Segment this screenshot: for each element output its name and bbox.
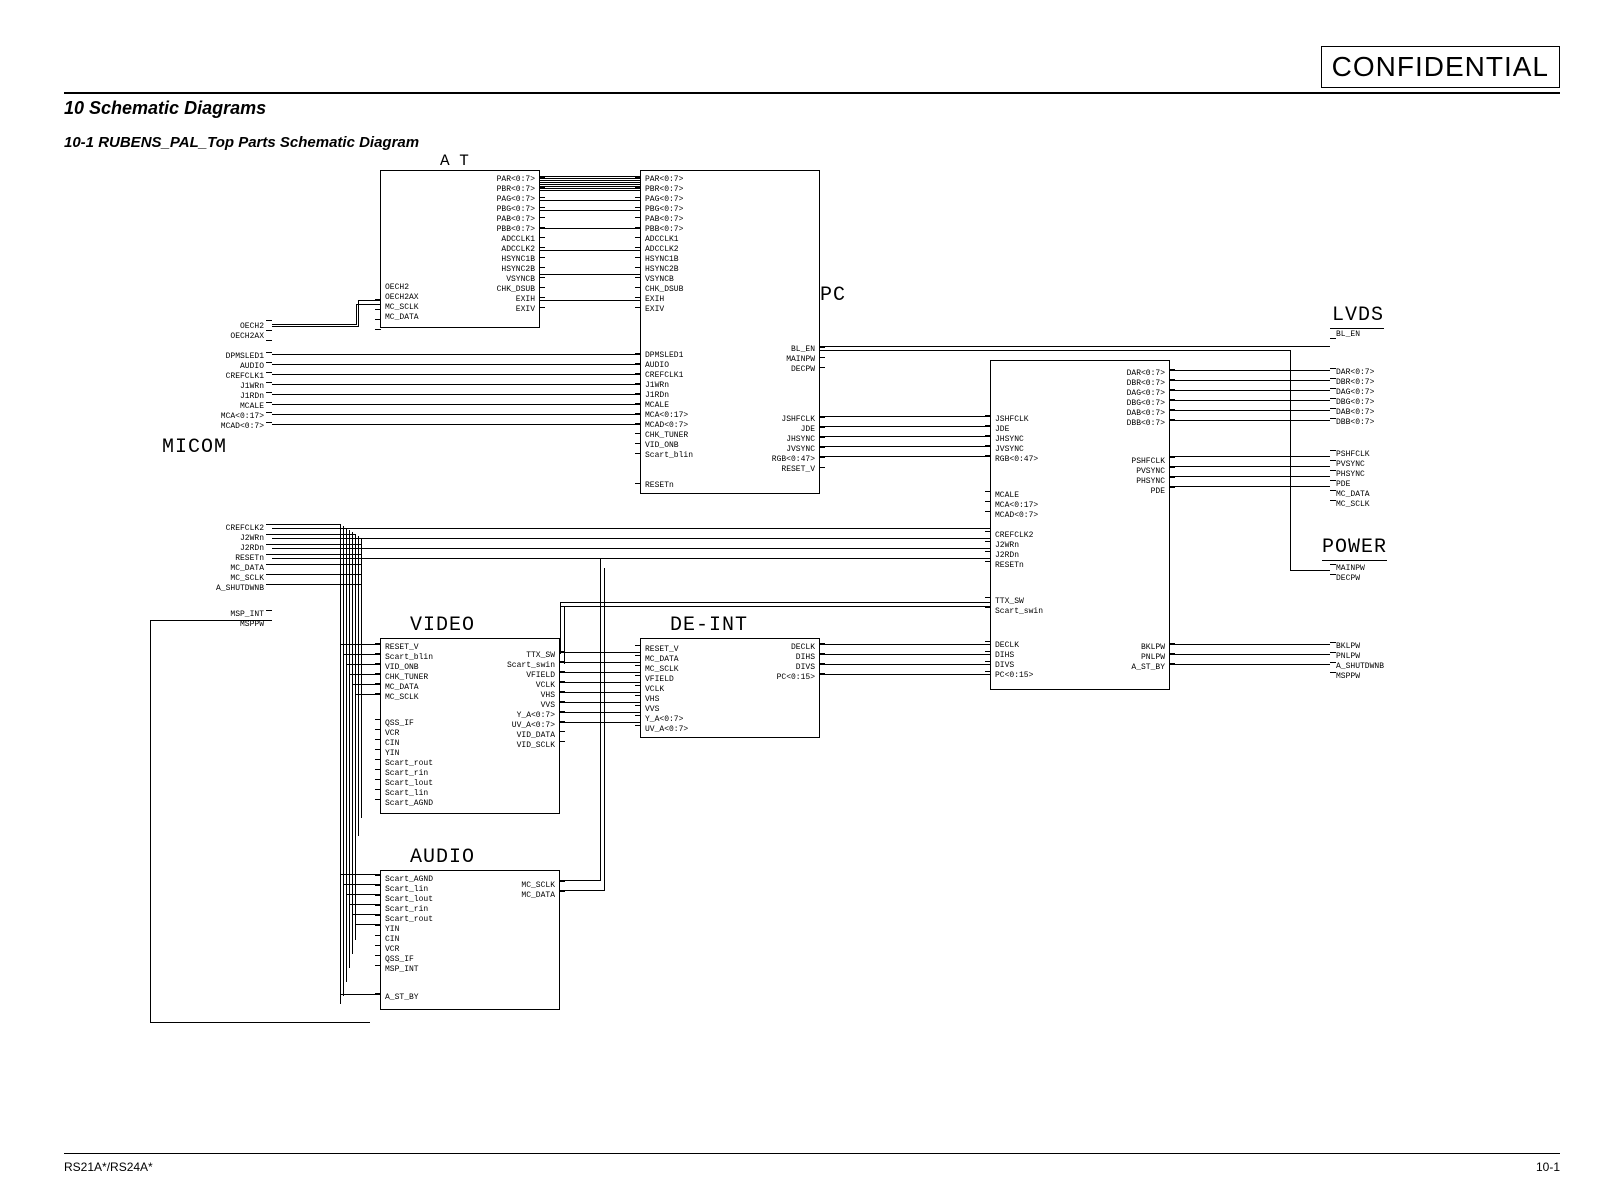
block-deint: RESET_V MC_DATA MC_SCLK VFIELD VCLK VHS …	[640, 638, 820, 738]
block-at: OECH2 OECH2AX MC_SCLK MC_DATA PAR<0:7> P…	[380, 170, 540, 328]
bus-deint-vid	[820, 644, 990, 645]
bottom-return	[150, 1022, 370, 1023]
pc-l3: RESETn	[645, 481, 674, 491]
bus-audio-out	[560, 880, 600, 881]
footer-rule	[64, 1153, 1560, 1154]
vid-r-bot: BKLPW PNLPW A_ST_BY	[1131, 643, 1165, 673]
at-block-label: A T	[440, 152, 469, 171]
audio-l2: A_ST_BY	[385, 993, 419, 1003]
micom-label: MICOM	[162, 436, 227, 459]
page-subtitle: 10-1 RUBENS_PAL_Top Parts Schematic Diag…	[64, 134, 419, 151]
confidential-watermark: CONFIDENTIAL	[1321, 46, 1560, 88]
deint-r: DECLK DIHS DIVS PC<0:15>	[777, 643, 815, 683]
power-label: POWER	[1322, 536, 1387, 559]
vid-l-mid: MCALE MCA<0:17> MCAD<0:7>	[995, 491, 1038, 521]
deint-label: DE-INT	[670, 614, 748, 637]
vid-l-bot: TTX_SW Scart_swin	[995, 597, 1043, 617]
video-r: TTX_SW Scart_swin VFIELD VCLK VHS VVS Y_…	[507, 651, 555, 751]
power-ext-1: MAINPW DECPW	[1336, 564, 1365, 584]
at-left-signals: OECH2 OECH2AX MC_SCLK MC_DATA	[385, 283, 419, 323]
bus-at-pc	[540, 176, 640, 177]
micom-ext-1: DPMSLED1 AUDIO CREFCLK1 J1WRn J1RDn MCAL…	[204, 352, 264, 432]
lvds-ext-top: BL_EN	[1336, 330, 1360, 340]
lvds-label: LVDS	[1332, 304, 1384, 327]
video-label: VIDEO	[410, 614, 475, 637]
bus-video-vid	[560, 602, 990, 603]
vid-r-top: DAR<0:7> DBR<0:7> DAG<0:7> DBG<0:7> DAB<…	[1127, 369, 1165, 429]
block-video: RESET_V Scart_blin VID_ONB CHK_TUNER MC_…	[380, 638, 560, 814]
video-l2: QSS_IF VCR CIN YIN Scart_rout Scart_rin …	[385, 719, 433, 809]
pc-l2: DPMSLED1 AUDIO CREFCLK1 J1WRn J1RDn MCAL…	[645, 351, 693, 461]
pc-label: PC	[820, 284, 846, 307]
deint-l: RESET_V MC_DATA MC_SCLK VFIELD VCLK VHS …	[645, 645, 688, 735]
pc-l1: PAR<0:7> PBR<0:7> PAG<0:7> PBG<0:7> PAB<…	[645, 175, 683, 315]
audio-l: Scart_AGND Scart_lin Scart_lout Scart_ri…	[385, 875, 433, 975]
footer-page: 10-1	[1536, 1160, 1560, 1174]
pc-r2: JSHFCLK JDE JHSYNC JVSYNC RGB<0:47> RESE…	[772, 415, 815, 475]
audio-label: AUDIO	[410, 846, 475, 869]
micom-ext-2: CREFCLK2 J2WRn J2RDn RESETn MC_DATA MC_S…	[204, 524, 264, 594]
video-l1: RESET_V Scart_blin VID_ONB CHK_TUNER MC_…	[385, 643, 433, 703]
bus-pc-vid	[820, 416, 990, 417]
section-title: 10 Schematic Diagrams	[64, 98, 266, 119]
block-vid: JSHFCLK JDE JHSYNC JVSYNC RGB<0:47> MCAL…	[990, 360, 1170, 690]
bus-vid-power	[1170, 644, 1330, 645]
footer-model: RS21A*/RS24A*	[64, 1160, 153, 1174]
vid-l-top: JSHFCLK JDE JHSYNC JVSYNC RGB<0:47>	[995, 415, 1038, 465]
block-pc: PAR<0:7> PBR<0:7> PAG<0:7> PBG<0:7> PAB<…	[640, 170, 820, 494]
bus-micom-at-a	[272, 324, 356, 325]
block-audio: Scart_AGND Scart_lin Scart_lout Scart_ri…	[380, 870, 560, 1010]
bus-pc-lvds	[820, 346, 1330, 347]
bus-micom-pc	[272, 354, 640, 355]
lvds-ext-2: PSHFCLK PVSYNC PHSYNC PDE MC_DATA MC_SCL…	[1336, 450, 1370, 510]
at-right-signals: PAR<0:7> PBR<0:7> PAG<0:7> PBG<0:7> PAB<…	[497, 175, 535, 315]
header-rule	[64, 92, 1560, 94]
vid-l-mid2: CREFCLK2 J2WRn J2RDn RESETn	[995, 531, 1033, 571]
vid-r-mid: PSHFCLK PVSYNC PHSYNC PDE	[1131, 457, 1165, 497]
bus-micom-vid	[272, 528, 990, 529]
pc-r1: BL_EN MAINPW DECPW	[786, 345, 815, 375]
audio-r: MC_SCLK MC_DATA	[521, 881, 555, 901]
power-ext-2: BKLPW PNLPW A_SHUTDWNB MSPPW	[1336, 642, 1384, 682]
micom-ext-top: OECH2 OECH2AX	[204, 322, 264, 342]
vid-l-bot2: DECLK DIHS DIVS PC<0:15>	[995, 641, 1033, 681]
trunk-micom-south	[340, 524, 341, 1004]
lvds-ext-1: DAR<0:7> DBR<0:7> DAG<0:7> DBG<0:7> DAB<…	[1336, 368, 1374, 428]
bus-vid-lvds	[1170, 370, 1330, 371]
schematic-diagram: A T OECH2 OECH2AX MC_SCLK MC_DATA PAR<0:…	[140, 154, 1490, 1074]
